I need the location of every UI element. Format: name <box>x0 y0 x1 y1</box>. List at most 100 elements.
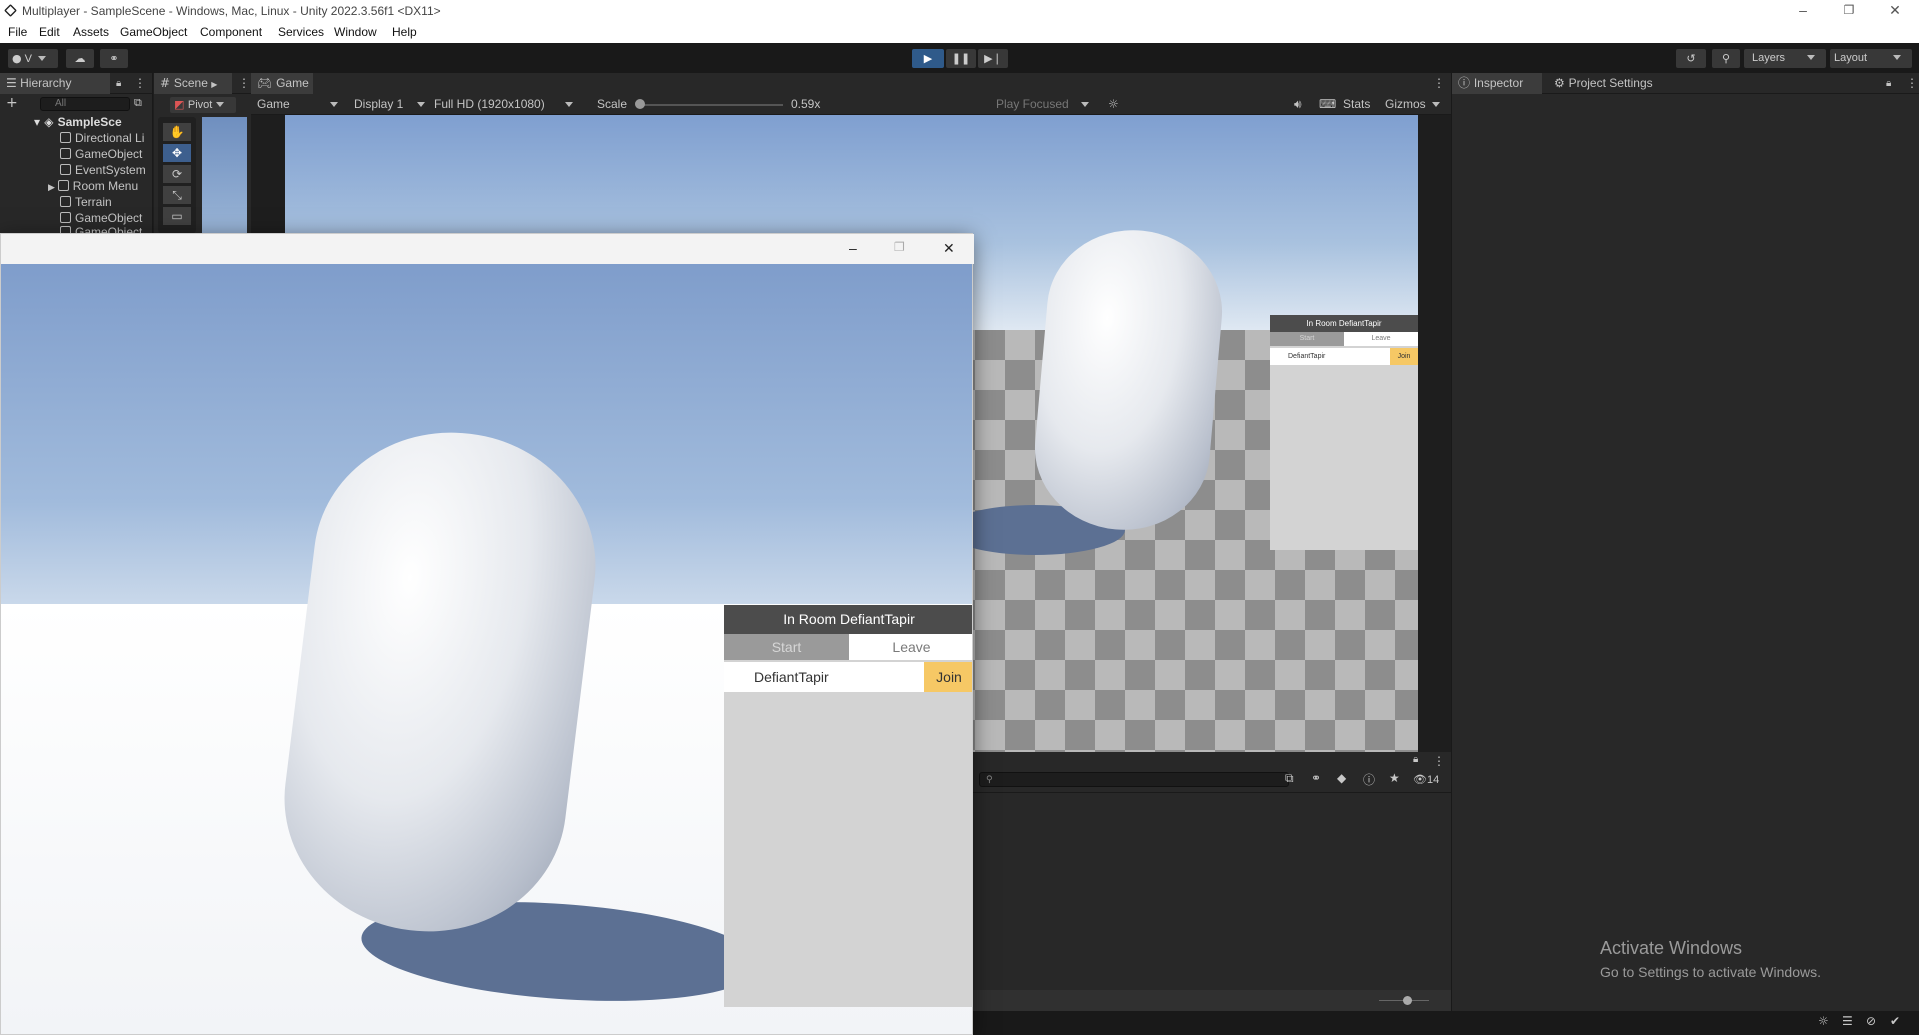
play-mode-dropdown[interactable]: Play Focused <box>996 97 1089 111</box>
console-zoom-slider[interactable] <box>1379 996 1429 1005</box>
hierarchy-search-input[interactable]: All <box>40 97 130 111</box>
rotate-tool-icon[interactable]: ⟳ <box>163 165 191 183</box>
account-dropdown[interactable]: ● V <box>8 49 58 68</box>
kebab-menu-icon[interactable]: ⋮ <box>1427 73 1451 94</box>
kebab-menu-icon[interactable]: ⋮ <box>1900 73 1919 94</box>
expand-arrow-icon: ▶ <box>48 183 58 193</box>
scene-picker-icon[interactable]: ⧉ <box>134 96 142 110</box>
scale-slider-thumb[interactable] <box>634 99 645 109</box>
star-icon[interactable]: ★ <box>1389 771 1400 785</box>
play-icon: ▶ <box>923 52 933 65</box>
room-menu-small-join-button[interactable]: Join <box>1390 348 1418 365</box>
bug-icon[interactable]: ☼ <box>1108 97 1119 111</box>
filter-icon[interactable]: ⧉ <box>1285 771 1294 786</box>
room-menu-small-player-row: DefiantTapir <box>1270 348 1390 365</box>
step-button[interactable]: ▶❘ <box>978 49 1008 68</box>
player-close-button[interactable]: ✕ <box>943 240 955 257</box>
console-search-input[interactable]: ⚲ <box>979 772 1289 787</box>
game-mode-label: Game <box>257 97 290 111</box>
menu-assets[interactable]: Assets <box>73 25 109 39</box>
kebab-menu-icon[interactable]: ⋮ <box>128 73 152 94</box>
pivot-dropdown[interactable]: ◩ Pivot <box>170 97 236 113</box>
add-icon[interactable]: + <box>6 95 18 111</box>
hierarchy-item[interactable]: GameObject <box>60 210 142 226</box>
player-render[interactable]: In Room DefiantTapir Start Leave Defiant… <box>1 264 972 1034</box>
info-icon[interactable]: ⓘ <box>1363 771 1375 788</box>
cloud-icon: ☁ <box>74 52 86 65</box>
rect-tool-icon[interactable]: ▭ <box>163 207 191 225</box>
room-menu-join-button[interactable]: Join <box>924 662 972 692</box>
display-dropdown[interactable]: Display 1 <box>354 97 426 111</box>
scene-view[interactable] <box>202 117 247 233</box>
hierarchy-item[interactable]: Terrain <box>60 194 112 210</box>
menu-component[interactable]: Component <box>200 25 262 39</box>
tab-hierarchy[interactable]: ☰ Hierarchy <box>0 73 110 94</box>
room-menu-start-button[interactable]: Start <box>724 634 849 660</box>
console-count[interactable]: 👁︎14 <box>1413 773 1439 786</box>
hierarchy-panel: ☰ Hierarchy 🔒︎ ⋮ + All ⧉ ▾ ◈ SampleSce D… <box>0 73 153 234</box>
room-menu-small-start-button[interactable]: Start <box>1270 332 1344 346</box>
hierarchy-item[interactable]: EventSystem <box>60 162 146 178</box>
tab-game[interactable]: 🎮︎ Game <box>251 73 313 94</box>
layers-dropdown[interactable]: Layers <box>1744 49 1826 68</box>
menu-help[interactable]: Help <box>392 25 417 39</box>
keyboard-icon[interactable]: ⌨ <box>1319 97 1336 111</box>
lock-icon[interactable]: 🔒︎ <box>1880 73 1897 94</box>
pause-button[interactable]: ❚❚ <box>946 49 976 68</box>
lock-icon[interactable]: 🔒︎ <box>1413 754 1418 765</box>
hierarchy-scene-item[interactable]: ▾ ◈ SampleSce <box>34 114 122 130</box>
kebab-menu-icon[interactable]: ⋮ <box>1433 754 1445 768</box>
stack-icon[interactable]: ☰ <box>1842 1014 1853 1028</box>
hierarchy-item[interactable]: Directional Li <box>60 130 144 146</box>
bug-icon[interactable]: ☼ <box>1818 1014 1829 1028</box>
gameobject-icon <box>60 164 71 175</box>
search-button[interactable]: ⚲ <box>1712 49 1740 68</box>
hierarchy-tab-label: Hierarchy <box>20 76 72 90</box>
cloud-button[interactable]: ☁ <box>66 49 94 68</box>
scene-panel: # Scene ▶ ⋮ ◩ Pivot ✋ ✥ ⟳ ⤡ ▭ <box>154 73 251 233</box>
room-menu-small-leave-button[interactable]: Leave <box>1344 332 1418 346</box>
hand-tool-icon[interactable]: ✋ <box>163 123 191 141</box>
player-maximize-button[interactable]: ❐ <box>894 240 905 254</box>
lock-icon[interactable]: 🔒︎ <box>110 73 127 94</box>
move-tool-icon[interactable]: ✥ <box>163 144 191 162</box>
audio-icon[interactable]: 🔊︎ <box>1294 97 1302 112</box>
scale-tool-icon[interactable]: ⤡ <box>163 186 191 204</box>
layout-label: Layout <box>1834 52 1868 64</box>
history-button[interactable]: ↺ <box>1676 49 1706 68</box>
layout-dropdown[interactable]: Layout <box>1830 49 1912 68</box>
hierarchy-item-label: Room Menu <box>72 179 139 193</box>
collab-button[interactable]: ⚭ <box>100 49 128 68</box>
player-minimize-button[interactable]: – <box>849 240 857 256</box>
menu-edit[interactable]: Edit <box>39 25 60 39</box>
minimize-button[interactable]: – <box>1780 0 1826 22</box>
tab-project-settings[interactable]: ⚙ Project Settings <box>1548 73 1659 94</box>
resolution-dropdown[interactable]: Full HD (1920x1080) <box>434 97 573 111</box>
gizmos-dropdown[interactable]: Gizmos <box>1385 97 1440 111</box>
stats-button[interactable]: Stats <box>1343 97 1370 111</box>
no-bug-icon[interactable]: ⊘ <box>1866 1014 1876 1028</box>
menu-file[interactable]: File <box>8 25 27 39</box>
hierarchy-tree: ▾ ◈ SampleSce Directional Li GameObject … <box>0 114 152 234</box>
gameobject-icon <box>60 132 71 143</box>
step-icon: ▶❘ <box>984 52 1002 65</box>
close-button[interactable]: ✕ <box>1872 0 1918 22</box>
collab-filter-icon[interactable]: ⚭ <box>1311 771 1321 785</box>
tab-scene[interactable]: # Scene ▶ <box>154 73 232 94</box>
check-icon[interactable]: ✔ <box>1890 1014 1900 1028</box>
menu-window[interactable]: Window <box>334 25 377 39</box>
play-button[interactable]: ▶ <box>912 49 944 68</box>
menu-gameobject[interactable]: GameObject <box>120 25 187 39</box>
hierarchy-item[interactable]: ▶ Room Menu <box>48 178 138 194</box>
room-menu-leave-button[interactable]: Leave <box>849 634 972 660</box>
scale-slider[interactable] <box>634 99 783 109</box>
gizmos-label: Gizmos <box>1385 97 1426 111</box>
title-bar: Multiplayer - SampleScene - Windows, Mac… <box>0 0 1919 22</box>
tab-inspector[interactable]: ⓘ Inspector <box>1452 73 1542 94</box>
game-mode-dropdown[interactable]: Game <box>257 97 338 111</box>
hierarchy-item[interactable]: GameObject <box>60 146 142 162</box>
maximize-button[interactable]: ❐ <box>1826 0 1872 22</box>
tag-icon[interactable]: ◆ <box>1337 771 1346 785</box>
menu-services[interactable]: Services <box>278 25 324 39</box>
console-zoom-thumb[interactable] <box>1402 996 1412 1005</box>
